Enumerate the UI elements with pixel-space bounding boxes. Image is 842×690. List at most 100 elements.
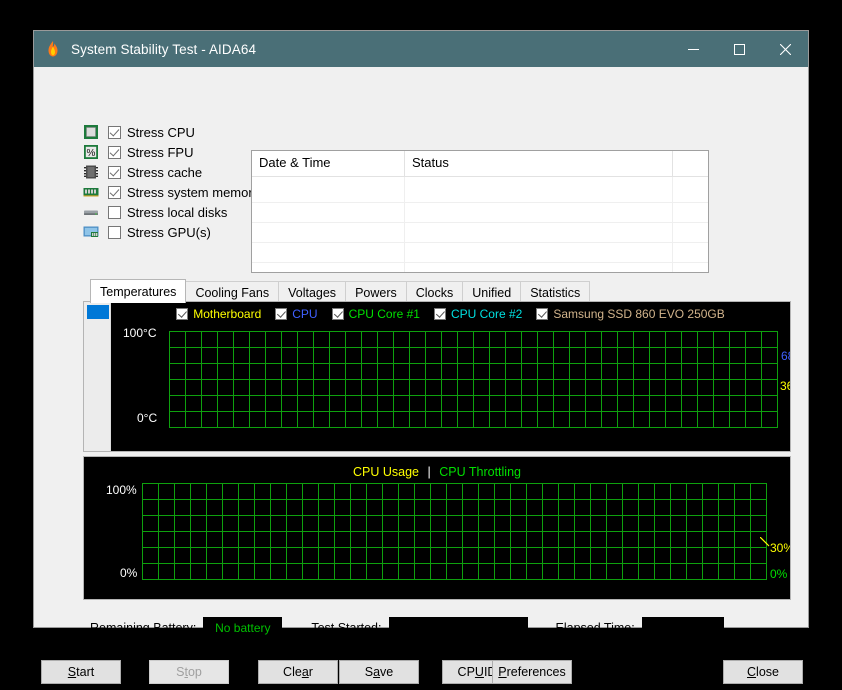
legend-label: CPU Core #2 (451, 307, 522, 321)
legend-item-cpu-core-1[interactable]: CPU Core #1 (332, 307, 420, 321)
remaining-battery-value: No battery (203, 617, 282, 639)
cpu-usage-chart-panel[interactable]: CPU Usage | CPU Throttling 100% 0% 30% 0… (83, 456, 791, 600)
table-row[interactable] (252, 223, 708, 243)
stress-option-label: Stress cache (127, 165, 202, 180)
stress-option-row[interactable]: Stress local disks (83, 202, 255, 222)
stress-cache-checkbox[interactable] (108, 166, 121, 179)
stress-option-label: Stress FPU (127, 145, 193, 160)
column-header-extra[interactable] (673, 151, 708, 177)
legend-label: CPU Core #1 (349, 307, 420, 321)
cpu-chip-icon (83, 124, 99, 140)
tab-label: Powers (355, 286, 397, 300)
tab-unified[interactable]: Unified (462, 281, 521, 303)
temperature-chart-canvas[interactable]: Motherboard CPU CPU Core #1 CPU Core #2 (111, 302, 790, 451)
legend-label: Samsung SSD 860 EVO 250GB (553, 307, 724, 321)
column-header-status[interactable]: Status (405, 151, 673, 177)
elapsed-time-value (642, 617, 724, 639)
table-cell (252, 243, 405, 263)
close-button[interactable] (762, 31, 808, 67)
status-row: Remaining Battery: No battery Test Start… (90, 616, 724, 640)
tab-label: Temperatures (100, 285, 176, 299)
tab-cooling-fans[interactable]: Cooling Fans (185, 281, 279, 303)
column-header-datetime[interactable]: Date & Time (252, 151, 405, 177)
stress-option-row[interactable]: Stress system memory (83, 182, 255, 202)
legend-checkbox[interactable] (275, 308, 287, 320)
stress-option-row[interactable]: Stress cache (83, 162, 255, 182)
maximize-button[interactable] (716, 31, 762, 67)
flame-icon (43, 39, 63, 59)
table-row[interactable] (252, 203, 708, 223)
legend-item-samsung-ssd[interactable]: Samsung SSD 860 EVO 250GB (536, 307, 724, 321)
table-cell (673, 177, 708, 203)
legend-checkbox[interactable] (332, 308, 344, 320)
table-cell (252, 223, 405, 243)
tab-statistics[interactable]: Statistics (520, 281, 590, 303)
legend-item-cpu-core-2[interactable]: CPU Core #2 (434, 307, 522, 321)
stress-option-row[interactable]: Stress CPU (83, 122, 255, 142)
tab-clocks[interactable]: Clocks (406, 281, 464, 303)
tab-label: Cooling Fans (195, 286, 269, 300)
stress-memory-checkbox[interactable] (108, 186, 121, 199)
cache-chip-icon (83, 164, 99, 180)
table-row[interactable] (252, 263, 708, 273)
tab-temperatures[interactable]: Temperatures (90, 279, 186, 303)
stress-options-list: Stress CPU % Stress FPU (83, 122, 255, 242)
gpu-monitor-icon (83, 224, 99, 240)
window-title: System Stability Test - AIDA64 (71, 42, 256, 57)
legend-item-cpu[interactable]: CPU (275, 307, 317, 321)
tab-powers[interactable]: Powers (345, 281, 407, 303)
cpu-axis-min-label: 0% (120, 566, 137, 580)
temp-value-motherboard: 36 (780, 379, 790, 393)
tab-label: Unified (472, 286, 511, 300)
start-button[interactable]: Start (41, 660, 121, 684)
minimize-button[interactable] (670, 31, 716, 67)
elapsed-time-label: Elapsed Time: (556, 621, 635, 635)
table-cell (252, 177, 405, 203)
memory-module-icon (83, 184, 99, 200)
event-log-table[interactable]: Date & Time Status (251, 150, 709, 273)
cpu-plot-grid (142, 483, 767, 580)
cpu-usage-title: CPU Usage (353, 465, 419, 479)
tab-voltages[interactable]: Voltages (278, 281, 346, 303)
stress-option-label: Stress system memory (127, 185, 259, 200)
table-row[interactable] (252, 177, 708, 203)
table-cell (405, 263, 673, 273)
legend-checkbox[interactable] (176, 308, 188, 320)
table-cell (405, 243, 673, 263)
save-button[interactable]: Save (339, 660, 419, 684)
table-cell (405, 177, 673, 203)
remaining-battery-label: Remaining Battery: (90, 621, 196, 635)
close-button-bottom[interactable]: Close (723, 660, 803, 684)
cpu-chart-title: CPU Usage | CPU Throttling (84, 465, 790, 479)
stress-disks-checkbox[interactable] (108, 206, 121, 219)
table-cell (673, 203, 708, 223)
preferences-button[interactable]: Preferences (492, 660, 572, 684)
stress-option-row[interactable]: % Stress FPU (83, 142, 255, 162)
legend-label: Motherboard (193, 307, 261, 321)
stop-button[interactable]: Stop (149, 660, 229, 684)
cpu-axis-max-label: 100% (106, 483, 137, 497)
temp-axis-min-label: 0°C (137, 411, 157, 425)
table-cell (252, 203, 405, 223)
button-bar: Start Stop Clear Save CPUID Preferences … (34, 660, 808, 690)
temp-axis-max-label: 100°C (123, 326, 157, 340)
cpu-usage-value: 30% (770, 541, 791, 555)
stress-cpu-checkbox[interactable] (108, 126, 121, 139)
test-started-value (389, 617, 528, 639)
table-cell (252, 263, 405, 273)
stress-option-row[interactable]: Stress GPU(s) (83, 222, 255, 242)
cpu-throttling-value: 0% (770, 567, 787, 581)
temperature-chart-scrollbar[interactable] (84, 302, 111, 451)
legend-item-motherboard[interactable]: Motherboard (176, 307, 261, 321)
scrollbar-thumb[interactable] (87, 305, 109, 319)
stress-gpu-checkbox[interactable] (108, 226, 121, 239)
table-cell (405, 223, 673, 243)
stress-fpu-checkbox[interactable] (108, 146, 121, 159)
legend-checkbox[interactable] (536, 308, 548, 320)
legend-checkbox[interactable] (434, 308, 446, 320)
legend-label: CPU (292, 307, 317, 321)
clear-button[interactable]: Clear (258, 660, 338, 684)
table-cell (673, 223, 708, 243)
table-row[interactable] (252, 243, 708, 263)
percent-icon: % (83, 144, 99, 160)
